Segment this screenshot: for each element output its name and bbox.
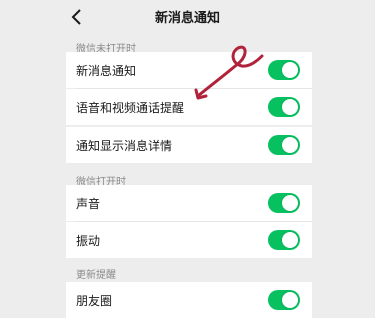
toggle-knob: [282, 292, 298, 308]
row-label: 朋友圈: [76, 294, 113, 308]
row-moments[interactable]: 朋友圈: [66, 282, 312, 318]
toggle-knob: [282, 62, 298, 78]
row-label: 新消息通知: [76, 64, 137, 78]
row-label: 声音: [76, 197, 101, 211]
sound-toggle[interactable]: [268, 193, 300, 213]
row-sound[interactable]: 声音: [66, 185, 312, 221]
new-message-toggle[interactable]: [268, 60, 300, 80]
section-header-updates: 更新提醒: [76, 270, 116, 281]
vibration-toggle[interactable]: [268, 230, 300, 250]
row-show-message-details[interactable]: 通知显示消息详情: [66, 127, 312, 163]
nav-bar: 新消息通知: [0, 0, 375, 32]
row-label: 语音和视频通话提醒: [76, 101, 185, 115]
toggle-knob: [282, 137, 298, 153]
moments-toggle[interactable]: [268, 290, 300, 310]
toggle-knob: [282, 99, 298, 115]
row-voice-video-reminder[interactable]: 语音和视频通话提醒: [66, 89, 312, 125]
toggle-knob: [282, 195, 298, 211]
row-new-message-notification[interactable]: 新消息通知: [66, 52, 312, 88]
row-vibration[interactable]: 振动: [66, 222, 312, 258]
voice-video-toggle[interactable]: [268, 97, 300, 117]
page-title: 新消息通知: [154, 11, 220, 26]
toggle-knob: [282, 232, 298, 248]
row-label: 通知显示消息详情: [76, 139, 173, 153]
show-details-toggle[interactable]: [268, 135, 300, 155]
row-label: 振动: [76, 234, 101, 248]
